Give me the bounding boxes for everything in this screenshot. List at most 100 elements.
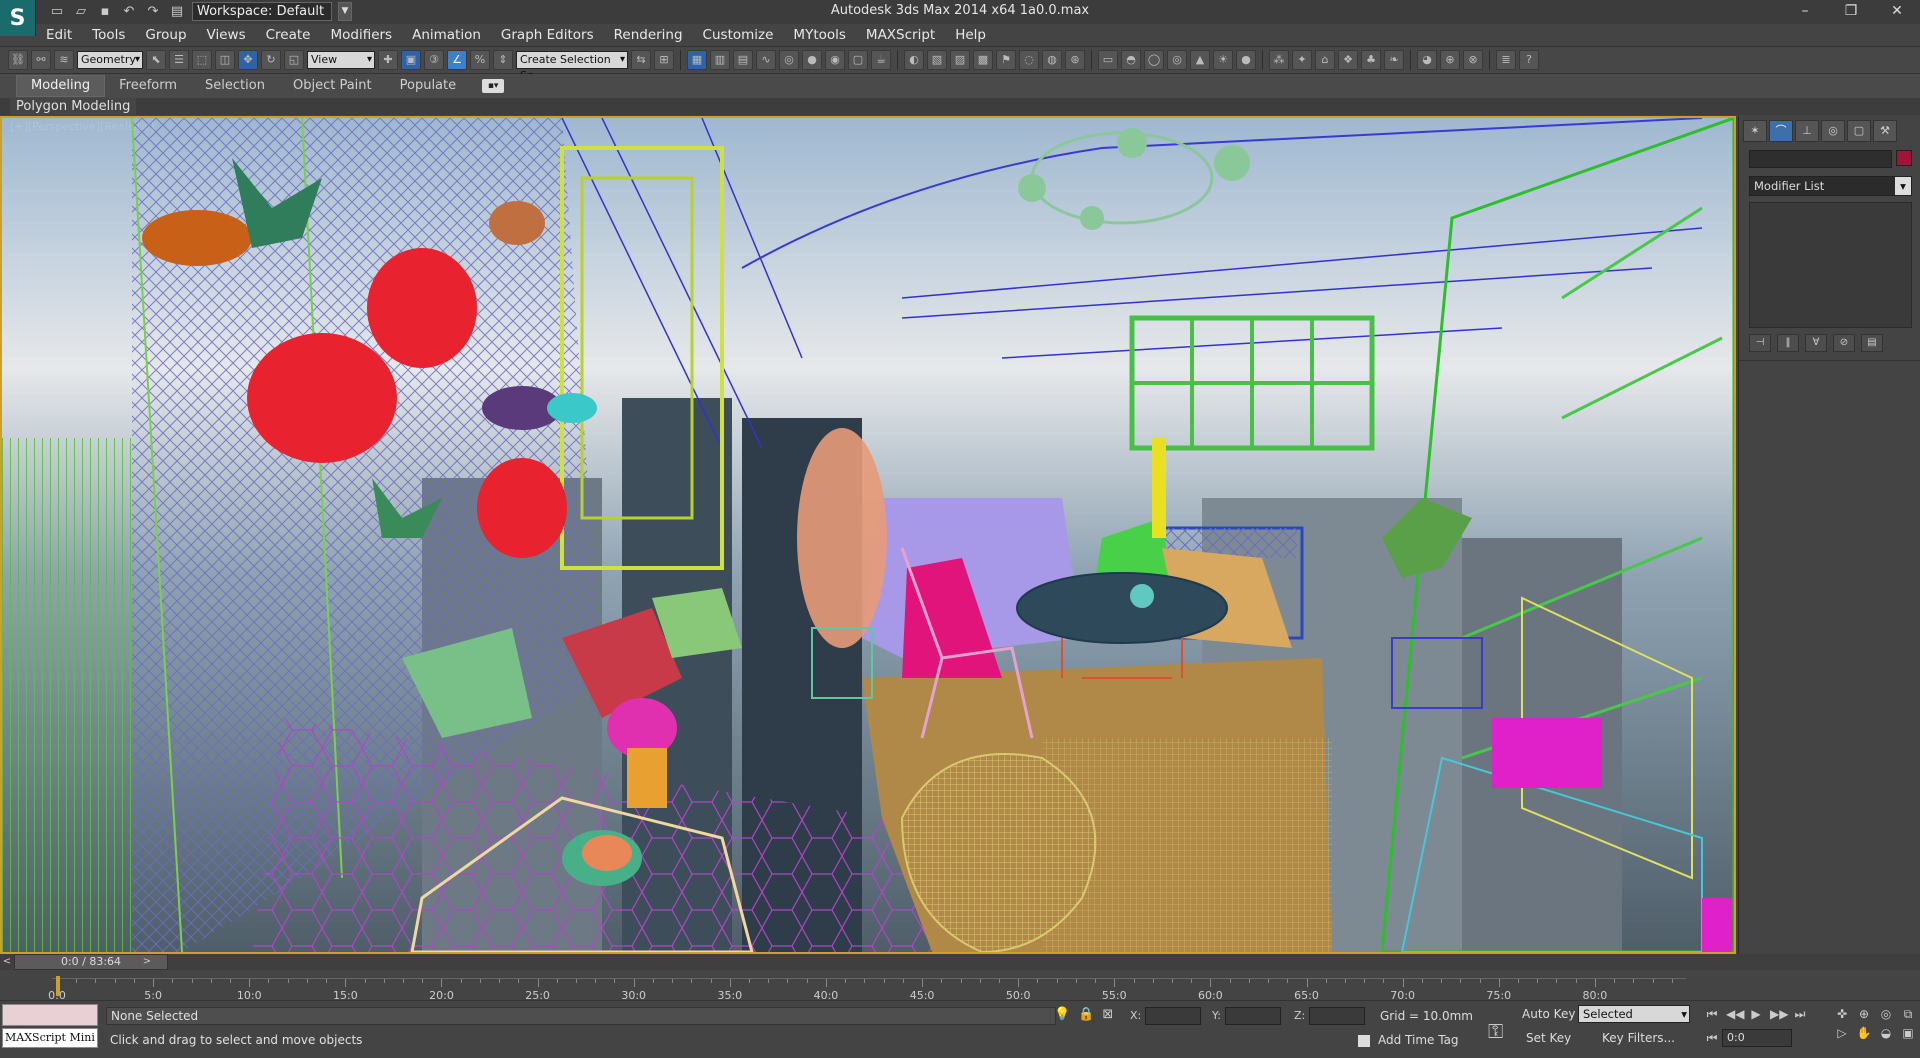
close-icon[interactable]: ✕ [1874, 0, 1920, 24]
layer-explorer-icon[interactable]: ▥ [710, 50, 730, 70]
maximize-viewport-icon[interactable]: ⧉ [1900, 1007, 1916, 1022]
manipulate-icon[interactable]: ▣ [401, 50, 421, 70]
menu-rendering[interactable]: Rendering [604, 24, 693, 46]
key-mode-dropdown[interactable]: Selected [1578, 1005, 1690, 1023]
utilities-icon[interactable]: ⚒ [1873, 120, 1897, 142]
pin-stack-icon[interactable]: ⊣ [1749, 334, 1771, 352]
menu-mytools[interactable]: MYtools [783, 24, 856, 46]
make-unique-icon[interactable]: ∀ [1805, 334, 1827, 352]
menu-create[interactable]: Create [256, 24, 321, 46]
bind-space-warp-icon[interactable]: ≋ [54, 50, 74, 70]
current-frame-field[interactable]: 0:0 [1722, 1029, 1792, 1047]
menu-tools[interactable]: Tools [82, 24, 135, 46]
add-time-tag-checkbox[interactable] [1358, 1034, 1370, 1047]
set-key-button[interactable]: Set Key [1526, 1031, 1571, 1045]
reference-coordinate-dropdown[interactable]: View [307, 51, 375, 69]
viewport-label[interactable]: [+][Perspective][Realistic] [10, 120, 155, 133]
redo-icon[interactable]: ↷ [144, 3, 162, 21]
vray-tool-2-icon[interactable]: ✦ [1292, 50, 1312, 70]
remove-modifier-icon[interactable]: ⊘ [1833, 334, 1855, 352]
orbit-icon[interactable]: ◎ [1878, 1007, 1894, 1022]
material-editor-icon[interactable]: ● [802, 50, 822, 70]
selection-lock-icon[interactable]: 🔒 [1078, 1007, 1094, 1022]
render-setup-icon[interactable]: ◉ [825, 50, 845, 70]
key-mode-toggle-icon[interactable]: ⏮ [1704, 1031, 1720, 1046]
object-name-field[interactable] [1749, 150, 1893, 168]
select-move-icon[interactable]: ✥ [238, 50, 258, 70]
cone-icon[interactable]: ▲ [1190, 50, 1210, 70]
schematic-view-icon[interactable]: ◎ [779, 50, 799, 70]
ribbon-toggle-icon[interactable]: ▤ [733, 50, 753, 70]
isolate-selection-icon[interactable]: 💡 [1054, 1007, 1070, 1022]
menu-views[interactable]: Views [197, 24, 256, 46]
plugin-tool-6-icon[interactable]: ◌ [1019, 50, 1039, 70]
previous-frame-icon[interactable]: ◀◀ [1726, 1007, 1744, 1022]
maxscript-mini-label[interactable]: MAXScript Mini [2, 1028, 98, 1048]
x-field[interactable] [1145, 1007, 1202, 1025]
align-icon[interactable]: ⊞ [654, 50, 674, 70]
snaps-toggle-icon[interactable]: ③ [424, 50, 444, 70]
spinner-snap-icon[interactable]: ⇕ [493, 50, 513, 70]
extras-icon[interactable]: ≣ [1496, 50, 1516, 70]
display-tool-3-icon[interactable]: ⊗ [1463, 50, 1483, 70]
plugin-tool-3-icon[interactable]: ▨ [950, 50, 970, 70]
minimize-icon[interactable]: – [1782, 0, 1828, 24]
configure-modifier-sets-icon[interactable]: ▤ [1861, 334, 1883, 352]
percent-snap-icon[interactable]: % [470, 50, 490, 70]
tab-populate[interactable]: Populate [386, 76, 471, 96]
tab-modeling[interactable]: Modeling [16, 75, 106, 97]
select-scale-icon[interactable]: ◱ [284, 50, 304, 70]
zoom-all-icon[interactable]: ⊕ [1856, 1007, 1872, 1022]
modifier-list-dropdown[interactable]: Modifier List [1749, 176, 1912, 196]
vray-tool-1-icon[interactable]: ⁂ [1269, 50, 1289, 70]
menu-animation[interactable]: Animation [402, 24, 491, 46]
select-object-icon[interactable]: ⬉ [146, 50, 166, 70]
auto-key-button[interactable]: Auto Key [1522, 1007, 1575, 1021]
plugin-tool-5-icon[interactable]: ⚑ [996, 50, 1016, 70]
pan-icon[interactable]: ✋ [1856, 1026, 1872, 1040]
display-icon[interactable]: ▢ [1847, 120, 1871, 142]
angle-snap-icon[interactable]: ∠ [447, 50, 467, 70]
scene-explorer-icon[interactable]: ▦ [687, 50, 707, 70]
rect-region-icon[interactable]: ⬚ [192, 50, 212, 70]
tab-selection[interactable]: Selection [191, 76, 279, 96]
plugin-tool-2-icon[interactable]: ▧ [927, 50, 947, 70]
named-selection-dropdown[interactable]: Create Selection Se [516, 51, 628, 82]
vray-tool-4-icon[interactable]: ❖ [1338, 50, 1358, 70]
create-icon[interactable]: ✶ [1743, 120, 1767, 142]
next-frame-icon[interactable]: ▶▶ [1770, 1007, 1788, 1022]
object-color-swatch[interactable] [1896, 150, 1912, 166]
curve-editor-icon[interactable]: ∿ [756, 50, 776, 70]
key-icon[interactable]: ⚿ [1488, 1019, 1503, 1043]
maximize-toggle-icon[interactable]: ▣ [1900, 1026, 1916, 1040]
modifier-stack[interactable] [1749, 202, 1912, 328]
go-to-start-icon[interactable]: ⏮ [1704, 1007, 1720, 1022]
3dsmax-logo-icon[interactable]: S [0, 0, 36, 36]
workspace-dropdown[interactable]: Workspace: Default [192, 2, 332, 21]
vray-tool-3-icon[interactable]: ⌂ [1315, 50, 1335, 70]
time-prev-icon[interactable]: < [0, 954, 14, 970]
track-bar[interactable]: 0:05:010:015:020:025:030:035:040:045:050… [0, 970, 1920, 1002]
sphere-primitive-icon[interactable]: ◓ [1121, 50, 1141, 70]
select-rotate-icon[interactable]: ↻ [261, 50, 281, 70]
hierarchy-icon[interactable]: ⊥ [1795, 120, 1819, 142]
restore-icon[interactable]: ❐ [1828, 0, 1874, 24]
vray-tool-6-icon[interactable]: ❧ [1384, 50, 1404, 70]
pivot-center-icon[interactable]: ✚ [378, 50, 398, 70]
display-tool-2-icon[interactable]: ⊕ [1440, 50, 1460, 70]
menu-maxscript[interactable]: MAXScript [856, 24, 945, 46]
unlink-icon[interactable]: ⚯ [31, 50, 51, 70]
menu-modifiers[interactable]: Modifiers [320, 24, 402, 46]
perspective-viewport[interactable]: [+][Perspective][Realistic] [0, 116, 1736, 954]
torus-icon[interactable]: ◎ [1167, 50, 1187, 70]
mirror-icon[interactable]: ⇆ [631, 50, 651, 70]
maxscript-listener-input[interactable] [2, 1004, 98, 1026]
playhead[interactable] [56, 976, 60, 996]
sun-light-icon[interactable]: ☀ [1213, 50, 1233, 70]
menu-group[interactable]: Group [135, 24, 196, 46]
link-icon[interactable]: ⛓ [8, 50, 28, 70]
tab-object-paint[interactable]: Object Paint [279, 76, 386, 96]
box-primitive-icon[interactable]: ▭ [1098, 50, 1118, 70]
menu-edit[interactable]: Edit [36, 24, 82, 46]
z-field[interactable] [1309, 1007, 1366, 1025]
